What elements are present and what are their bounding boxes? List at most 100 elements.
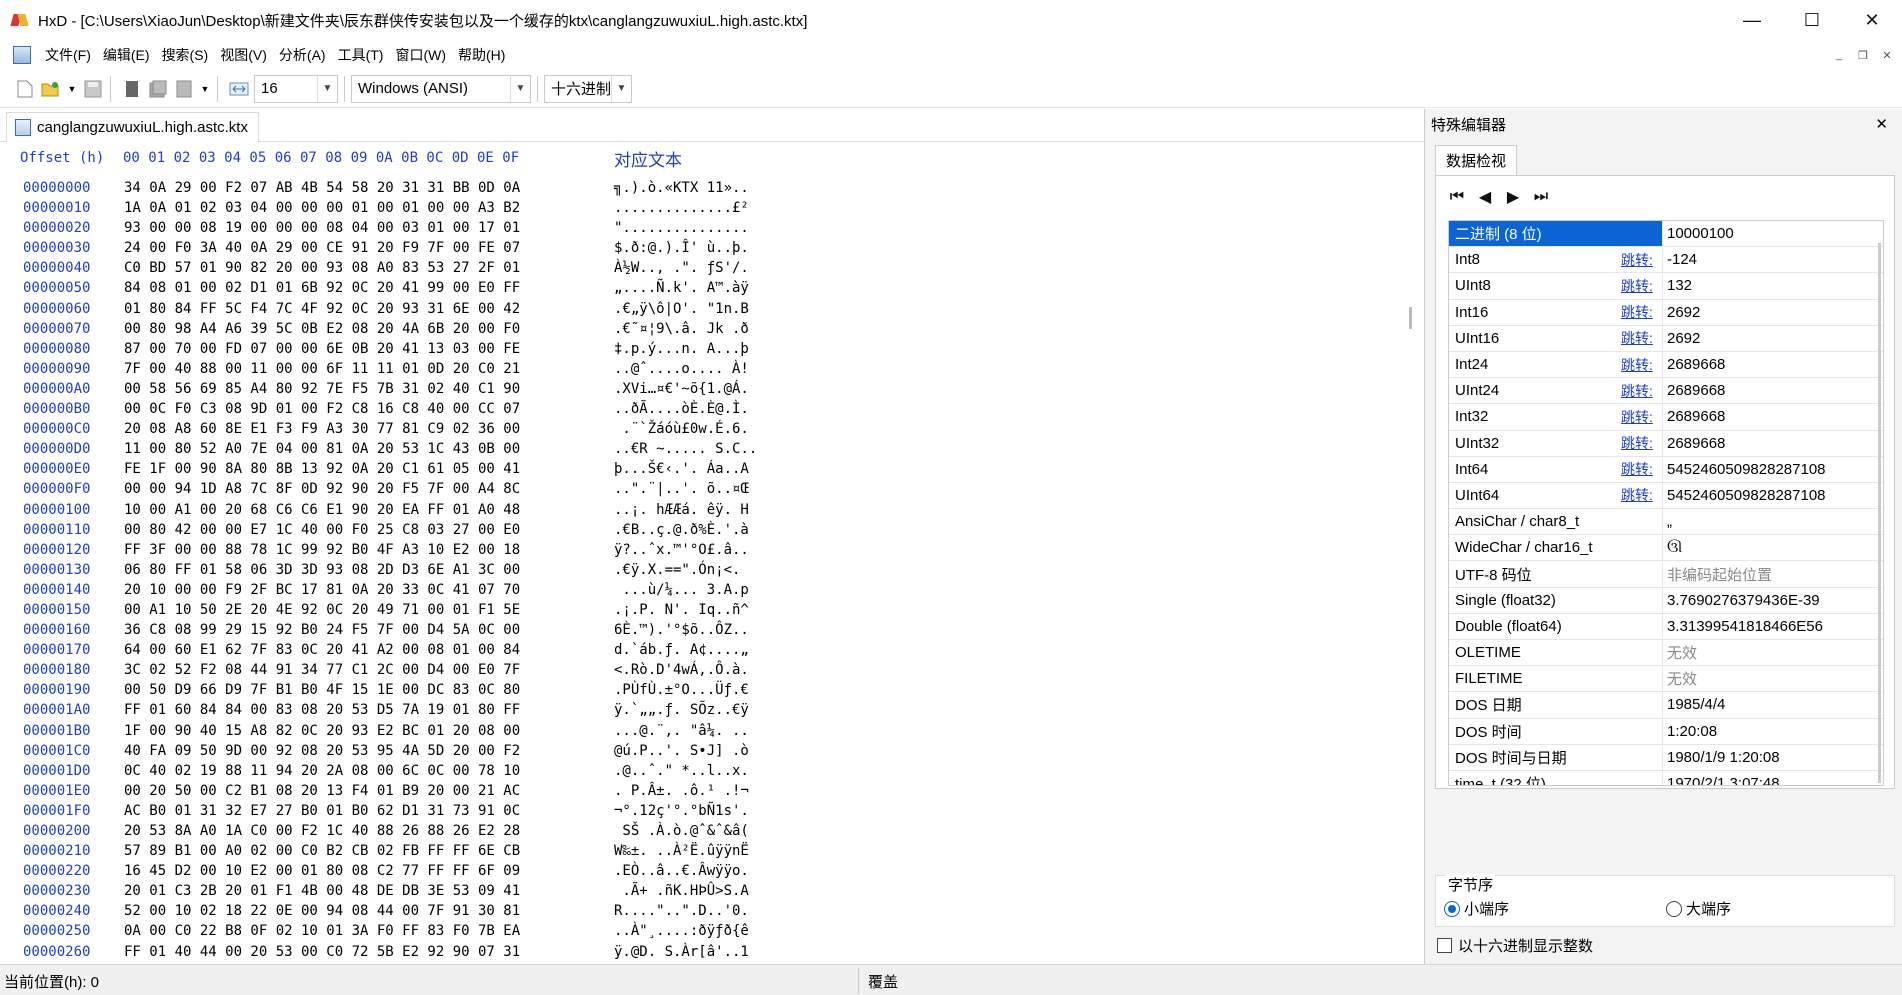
jump-link[interactable]: 跳转: (1621, 483, 1653, 508)
inspector-row[interactable]: DOS 时间 1:20:08 (1449, 718, 1883, 745)
hex-row[interactable]: 000000F0 00 00 94 1D A8 7C 8F 0D 92 90 20… (0, 481, 1412, 501)
hex-row[interactable]: 00000160 36 C8 08 99 29 15 92 B0 24 F5 7F… (0, 622, 1412, 642)
hex-row[interactable]: 00000140 20 10 00 00 F9 2F BC 17 81 0A 20… (0, 582, 1412, 602)
offset-base-select[interactable]: 十六进制 ▼ (544, 74, 632, 103)
row-bytes-lead[interactable]: 34 0A 29 00 F2 07 (124, 180, 276, 196)
row-text[interactable]: ÿ.@D. S.Àr[â'..1 (614, 944, 749, 960)
inspector-row[interactable]: DOS 时间与日期 1980/1/9 1:20:08 (1449, 744, 1883, 771)
row-text[interactable]: ...ù/¼... 3.A.p (614, 582, 748, 598)
inspector-row[interactable]: Int8 跳转: -124 (1449, 247, 1883, 274)
inspector-value[interactable]: 2689668 (1667, 404, 1725, 429)
row-bytes[interactable]: 36 C8 08 99 29 15 92 B0 24 F5 7F 00 D4 5… (124, 622, 520, 638)
hex-row[interactable]: 00000000 34 0A 29 00 F2 07 AB 4B 54 58 20… (0, 180, 1412, 200)
inspector-row[interactable]: FILETIME 无效 (1449, 666, 1883, 693)
row-text[interactable]: ‡.p.ý...n. A...þ (614, 341, 749, 357)
row-bytes[interactable]: 10 00 A1 00 20 68 C6 C6 E1 90 20 EA FF 0… (124, 502, 520, 518)
inspector-value[interactable]: 1985/4/4 (1667, 692, 1725, 717)
inspector-value[interactable]: 1980/1/9 1:20:08 (1667, 745, 1780, 770)
save-all-icon[interactable] (147, 78, 169, 100)
row-bytes[interactable]: 01 80 84 FF 5C F4 7C 4F 92 0C 20 93 31 6… (124, 301, 520, 317)
first-icon[interactable]: ⏮ (1448, 188, 1466, 206)
menu-view[interactable]: 视图(V) (214, 45, 273, 65)
row-text[interactable]: ..@ˆ....o.... À! (614, 361, 749, 377)
row-text[interactable]: <.Rò.D'4wÁ,.Ô.à. (614, 662, 749, 678)
hex-row[interactable]: 00000200 20 53 8A A0 1A C0 00 F2 1C 40 88… (0, 823, 1412, 843)
hex-row[interactable]: 00000220 16 45 D2 00 10 E2 00 01 80 08 C2… (0, 863, 1412, 883)
inspector-value[interactable]: 5452460509828287108 (1667, 483, 1826, 508)
tab-data-inspector[interactable]: 数据检视 (1435, 145, 1518, 175)
inspector-row[interactable]: UInt16 跳转: 2692 (1449, 325, 1883, 352)
jump-link[interactable]: 跳转: (1621, 300, 1653, 325)
row-text[interactable]: $.ð:@.).Î' ù..þ. (614, 240, 749, 256)
little-endian-radio[interactable]: 小端序 (1444, 898, 1509, 919)
menu-analysis[interactable]: 分析(A) (273, 45, 332, 65)
row-bytes[interactable]: 93 00 00 08 19 00 00 00 08 04 00 03 01 0… (124, 220, 520, 236)
inspector-value[interactable]: 1:20:08 (1667, 719, 1717, 744)
hex-row[interactable]: 00000050 84 08 01 00 02 D1 01 6B 92 0C 20… (0, 280, 1412, 300)
hex-editor[interactable]: Offset (h) 00 01 02 03 04 05 06 07 08 09… (0, 142, 1412, 964)
hex-row[interactable]: 000001E0 00 20 50 00 C2 B1 08 20 13 F4 01… (0, 783, 1412, 803)
row-bytes[interactable]: 00 A1 10 50 2E 20 4E 92 0C 20 49 71 00 0… (124, 602, 520, 618)
inspector-row[interactable]: WideChar / char16_t ઊ (1449, 535, 1883, 562)
row-text[interactable]: 6È.™).'°$õ..ÔZ.. (614, 622, 749, 638)
menu-tools[interactable]: 工具(T) (332, 45, 390, 65)
row-text[interactable]: .€„ÿ\ô|O'. "1n.B (614, 301, 749, 317)
hex-row[interactable]: 000000C0 20 08 A8 60 8E E1 F3 F9 A3 30 77… (0, 421, 1412, 441)
hex-row[interactable]: 00000230 20 01 C3 2B 20 01 F1 4B 00 48 DE… (0, 883, 1412, 903)
row-text[interactable]: ..............£² (614, 200, 749, 216)
row-bytes[interactable]: 52 00 10 02 18 22 0E 00 94 08 44 00 7F 9… (124, 903, 520, 919)
row-text[interactable]: "............... (614, 220, 749, 236)
row-bytes[interactable]: 87 00 70 00 FD 07 00 00 6E 0B 20 41 13 0… (124, 341, 520, 357)
row-bytes[interactable]: C0 BD 57 01 90 82 20 00 93 08 A0 83 53 2… (124, 260, 520, 276)
hex-row[interactable]: 00000100 10 00 A1 00 20 68 C6 C6 E1 90 20… (0, 502, 1412, 522)
hex-row[interactable]: 00000170 64 00 60 E1 62 7F 83 0C 20 41 A2… (0, 642, 1412, 662)
inspector-row[interactable]: AnsiChar / char8_t „ (1449, 509, 1883, 536)
row-text[interactable]: ¬°.12ç'°.°bÑ1s'. (614, 803, 749, 819)
charset-select[interactable]: Windows (ANSI) ▼ (351, 74, 531, 103)
row-text[interactable]: .¡.P. N'. Iq..ñ^ (614, 602, 749, 618)
hex-row[interactable]: 000001A0 FF 01 60 84 84 00 83 08 20 53 D5… (0, 702, 1412, 722)
inspector-value[interactable]: „ (1667, 509, 1672, 534)
hex-row[interactable]: 00000040 C0 BD 57 01 90 82 20 00 93 08 A0… (0, 260, 1412, 280)
inspector-row[interactable]: Int16 跳转: 2692 (1449, 299, 1883, 326)
inspector-row[interactable]: Single (float32) 3.7690276379436E-39 (1449, 587, 1883, 614)
hex-row[interactable]: 00000210 57 89 B1 00 A0 02 00 C0 B2 CB 02… (0, 843, 1412, 863)
inspector-row[interactable]: UInt8 跳转: 132 (1449, 273, 1883, 300)
next-icon[interactable]: ▶ (1504, 188, 1522, 206)
row-bytes[interactable]: 40 FA 09 50 9D 00 92 08 20 53 95 4A 5D 2… (124, 743, 520, 759)
hex-scrollbar-thumb[interactable] (1409, 307, 1412, 329)
row-text[interactable]: ÿ.`„„.ƒ. SÕz..€ÿ (614, 702, 749, 718)
hex-row[interactable]: 00000090 7F 00 40 88 00 11 00 00 6F 11 11… (0, 361, 1412, 381)
minimize-button[interactable]: — (1722, 0, 1782, 40)
row-text[interactable]: d.`áb.ƒ. A¢....„ (614, 642, 749, 658)
row-bytes[interactable]: 00 00 94 1D A8 7C 8F 0D 92 90 20 F5 7F 0… (124, 481, 520, 497)
row-bytes[interactable]: FF 3F 00 00 88 78 1C 99 92 B0 4F A3 10 E… (124, 542, 520, 558)
jump-link[interactable]: 跳转: (1621, 352, 1653, 377)
big-endian-radio[interactable]: 大端序 (1666, 898, 1731, 919)
row-bytes[interactable]: 57 89 B1 00 A0 02 00 C0 B2 CB 02 FB FF F… (124, 843, 520, 859)
hex-row[interactable]: 000001D0 0C 40 02 19 88 11 94 20 2A 08 00… (0, 763, 1412, 783)
mdi-close-icon[interactable]: ✕ (1878, 46, 1896, 64)
row-bytes[interactable]: FF 01 60 84 84 00 83 08 20 53 D5 7A 19 0… (124, 702, 520, 718)
row-bytes[interactable]: 34 0A 29 00 F2 07 AB 4B 54 58 20 31 31 B… (124, 180, 520, 196)
row-text[interactable]: ..¡. hÆÆá. êÿ. H (614, 502, 749, 518)
row-bytes[interactable]: 3C 02 52 F2 08 44 91 34 77 C1 2C 00 D4 0… (124, 662, 520, 678)
menu-search[interactable]: 搜索(S) (156, 45, 215, 65)
inspector-value[interactable]: 2689668 (1667, 352, 1725, 377)
data-inspector-grid[interactable]: 二进制 (8 位) 10000100 Int8 跳转: -124 UInt8 跳转: 132 I… (1448, 220, 1884, 786)
inspector-value[interactable]: 2689668 (1667, 431, 1725, 456)
row-text[interactable]: þ...Š€‹.'. Áa..A (614, 461, 749, 477)
properties-icon[interactable] (173, 78, 195, 100)
inspector-row[interactable]: UTF-8 码位 非编码起始位置 (1449, 561, 1883, 588)
row-text[interactable]: ..".¨|..'. õ..¤Œ (614, 481, 749, 497)
inspector-row[interactable]: Double (float64) 3.31399541818466E56 (1449, 613, 1883, 640)
row-bytes[interactable]: 64 00 60 E1 62 7F 83 0C 20 41 A2 00 08 0… (124, 642, 520, 658)
inspector-value[interactable]: -124 (1667, 247, 1697, 272)
jump-link[interactable]: 跳转: (1621, 431, 1653, 456)
hex-row[interactable]: 00000010 1A 0A 01 02 03 04 00 00 00 01 00… (0, 200, 1412, 220)
inspector-value[interactable]: 无效 (1667, 640, 1697, 665)
hex-row[interactable]: 00000180 3C 02 52 F2 08 44 91 34 77 C1 2C… (0, 662, 1412, 682)
hex-row[interactable]: 000000A0 00 58 56 69 85 A4 80 92 7E F5 7B… (0, 381, 1412, 401)
inspector-value[interactable]: 2689668 (1667, 378, 1725, 403)
hex-row[interactable]: 00000260 FF 01 40 44 00 20 53 00 C0 72 5B… (0, 944, 1412, 964)
